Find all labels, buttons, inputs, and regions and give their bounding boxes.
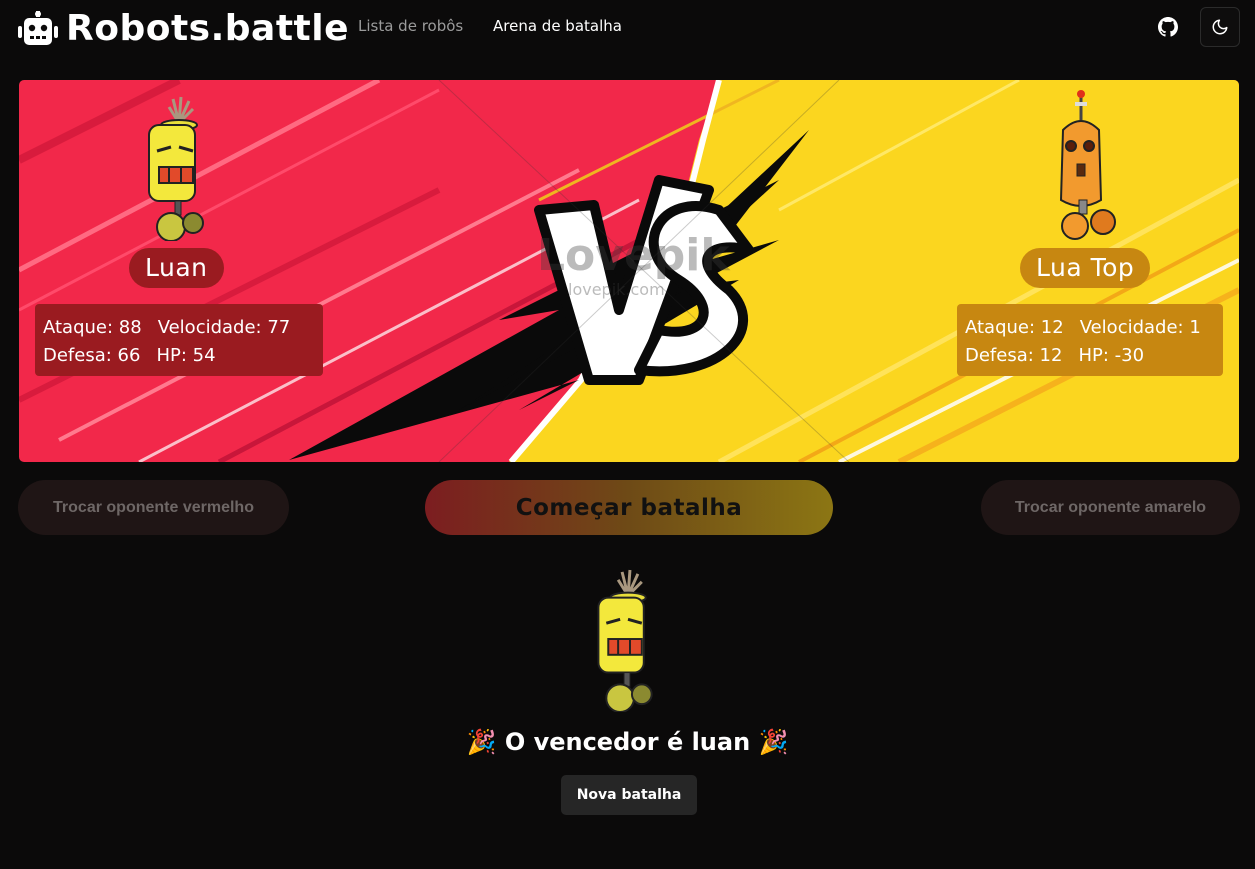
github-icon (1158, 17, 1178, 37)
watermark-url: lovepik.com (568, 280, 665, 299)
battle-arena: Lovepik lovepik.com Luan Ataque: 88 Velo… (19, 80, 1239, 462)
yellow-speed: Velocidade: 1 (1079, 317, 1201, 338)
watermark: Lovepik (537, 230, 730, 281)
moon-icon (1212, 19, 1228, 35)
swap-red-opponent-button[interactable]: Trocar oponente vermelho (18, 480, 289, 535)
red-hp: HP: 54 (156, 345, 216, 366)
winner-robot-image (597, 569, 653, 712)
red-robot-image (148, 96, 204, 241)
nav-robot-list[interactable]: Lista de robôs (358, 17, 463, 35)
yellow-attack: Ataque: 12 (965, 317, 1064, 338)
github-link[interactable] (1155, 14, 1181, 40)
start-battle-button[interactable]: Começar batalha (425, 480, 833, 535)
nav-battle-arena[interactable]: Arena de batalha (493, 17, 622, 35)
yellow-robot-image (1059, 90, 1116, 240)
yellow-hp: HP: -30 (1078, 345, 1145, 366)
red-robot-stats: Ataque: 88 Velocidade: 77 Defesa: 66 HP:… (35, 304, 323, 376)
red-robot-name: Luan (129, 248, 224, 288)
red-speed: Velocidade: 77 (157, 317, 291, 338)
red-defense: Defesa: 66 (43, 345, 141, 366)
yellow-defense: Defesa: 12 (965, 345, 1063, 366)
winner-announcement: 🎉 O vencedor é luan 🎉 (466, 728, 789, 756)
robot-icon (18, 10, 58, 45)
swap-yellow-opponent-button[interactable]: Trocar oponente amarelo (981, 480, 1240, 535)
yellow-robot-stats: Ataque: 12 Velocidade: 1 Defesa: 12 HP: … (957, 304, 1223, 376)
theme-toggle-button[interactable] (1200, 7, 1240, 47)
yellow-robot-name: Lua Top (1020, 248, 1151, 288)
new-battle-button[interactable]: Nova batalha (561, 775, 697, 815)
red-attack: Ataque: 88 (43, 317, 142, 338)
brand-title: Robots.battle (66, 8, 350, 49)
brand-logo[interactable]: Robots.battle (18, 8, 349, 49)
top-navbar: Robots.battle Lista de robôs Arena de ba… (0, 0, 1255, 56)
